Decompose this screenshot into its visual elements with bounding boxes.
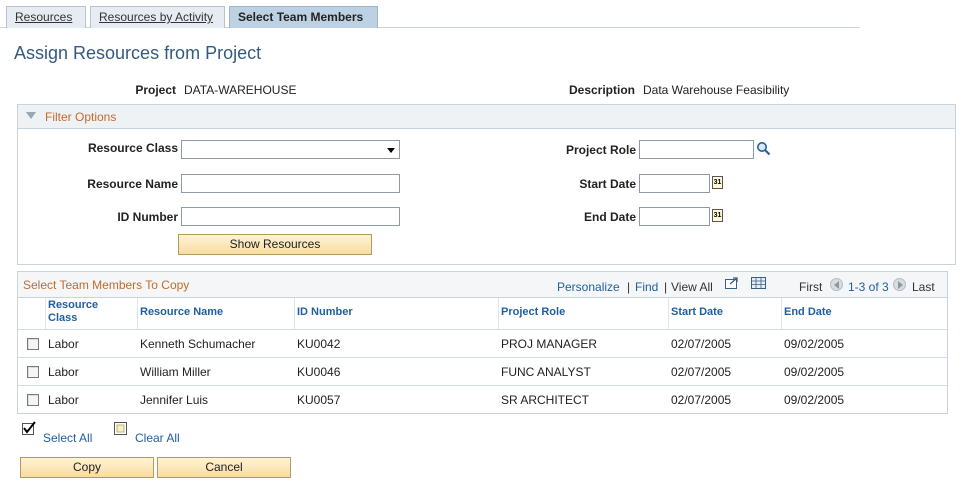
collapse-triangle-icon[interactable] [26,112,36,119]
row-select-checkbox[interactable] [27,394,39,406]
cell-resource-name: Kenneth Schumacher [140,337,256,351]
project-role-label: Project Role [565,143,636,157]
start-date-input[interactable] [639,174,710,193]
row-range: 1-3 of 3 [848,280,889,294]
cell-resource-name: William Miller [140,365,211,379]
clear-all-checkbox-icon[interactable] [114,422,128,436]
end-date-label: End Date [583,210,636,224]
resource-name-input[interactable] [181,174,400,193]
project-role-input[interactable] [639,140,754,159]
personalize-link[interactable]: Personalize [557,280,620,294]
calendar-icon[interactable]: 31 [712,176,723,189]
cell-start-date: 02/07/2005 [671,337,732,351]
cell-end-date: 09/02/2005 [784,337,845,351]
cell-resource-class: Labor [48,365,79,379]
column-divider [498,298,499,329]
clear-all-link[interactable]: Clear All [135,431,180,445]
end-date-input[interactable] [639,207,710,226]
column-divider [45,298,46,329]
cell-project-role: SR ARCHITECT [501,393,590,407]
next-icon[interactable] [893,278,906,291]
calendar-icon[interactable]: 31 [712,209,723,222]
column-divider [294,298,295,329]
show-resources-button[interactable]: Show Resources [178,234,372,255]
column-header-end-date[interactable]: End Date [784,306,832,318]
cell-id-number: KU0057 [297,393,341,407]
column-header-id-number[interactable]: ID Number [297,306,353,318]
grid-header: Select Team Members To Copy Personalize … [18,272,947,298]
select-all-link[interactable]: Select All [43,431,92,445]
page-title: Assign Resources from Project [14,43,262,63]
resource-name-label: Resource Name [87,177,178,191]
resource-class-select[interactable] [181,140,400,159]
description-label: Description [568,83,635,97]
cancel-button[interactable]: Cancel [157,457,291,478]
filter-options-header[interactable]: Filter Options [18,105,955,129]
tab-resources-by-activity[interactable]: Resources by Activity [90,6,225,28]
tab-select-team-members[interactable]: Select Team Members [229,6,378,28]
start-date-label: Start Date [579,177,636,191]
column-header-project-role[interactable]: Project Role [501,306,565,318]
find-link[interactable]: Find [635,280,658,294]
cell-end-date: 09/02/2005 [784,365,845,379]
view-all-link[interactable]: View All [671,280,713,294]
column-header-resource-name[interactable]: Resource Name [140,306,223,318]
cell-project-role: PROJ MANAGER [501,337,598,351]
project-value: DATA-WAREHOUSE [184,83,297,97]
grid-title: Select Team Members To Copy [23,278,190,292]
column-header-resource-class[interactable]: Resource Class [48,299,108,325]
table-row: Labor Jennifer Luis KU0057 SR ARCHITECT … [18,385,947,413]
row-select-checkbox[interactable] [27,366,39,378]
previous-icon[interactable] [830,278,843,291]
cell-resource-class: Labor [48,337,79,351]
table-row: Labor William Miller KU0046 FUNC ANALYST… [18,357,947,385]
download-grid-icon[interactable] [751,277,766,290]
project-label: Project [135,83,176,97]
id-number-input[interactable] [181,207,400,226]
cell-id-number: KU0042 [297,337,341,351]
separator: | [664,280,668,294]
first-label: First [799,280,823,294]
description-value: Data Warehouse Feasibility [643,83,790,97]
column-header-start-date[interactable]: Start Date [671,306,723,318]
row-select-checkbox[interactable] [27,338,39,350]
resource-class-label: Resource Class [87,141,178,155]
select-all-checkbox-icon[interactable] [22,421,37,436]
cell-end-date: 09/02/2005 [784,393,845,407]
table-row: Labor Kenneth Schumacher KU0042 PROJ MAN… [18,329,947,357]
separator: | [627,280,631,294]
new-window-icon[interactable] [725,277,739,290]
column-divider [137,298,138,329]
cell-id-number: KU0046 [297,365,341,379]
cell-project-role: FUNC ANALYST [501,365,591,379]
cell-resource-name: Jennifer Luis [140,393,209,407]
cell-start-date: 02/07/2005 [671,393,732,407]
cell-resource-class: Labor [48,393,79,407]
cell-start-date: 02/07/2005 [671,365,732,379]
id-number-label: ID Number [117,210,178,224]
tab-resources[interactable]: Resources [6,6,86,28]
last-label: Last [912,280,935,294]
team-members-grid: Select Team Members To Copy Personalize … [17,271,948,414]
copy-button[interactable]: Copy [20,457,154,478]
search-icon[interactable] [756,141,771,156]
filter-options-title: Filter Options [45,110,117,124]
column-divider [781,298,782,329]
column-divider [668,298,669,329]
chevron-down-icon [387,148,395,153]
